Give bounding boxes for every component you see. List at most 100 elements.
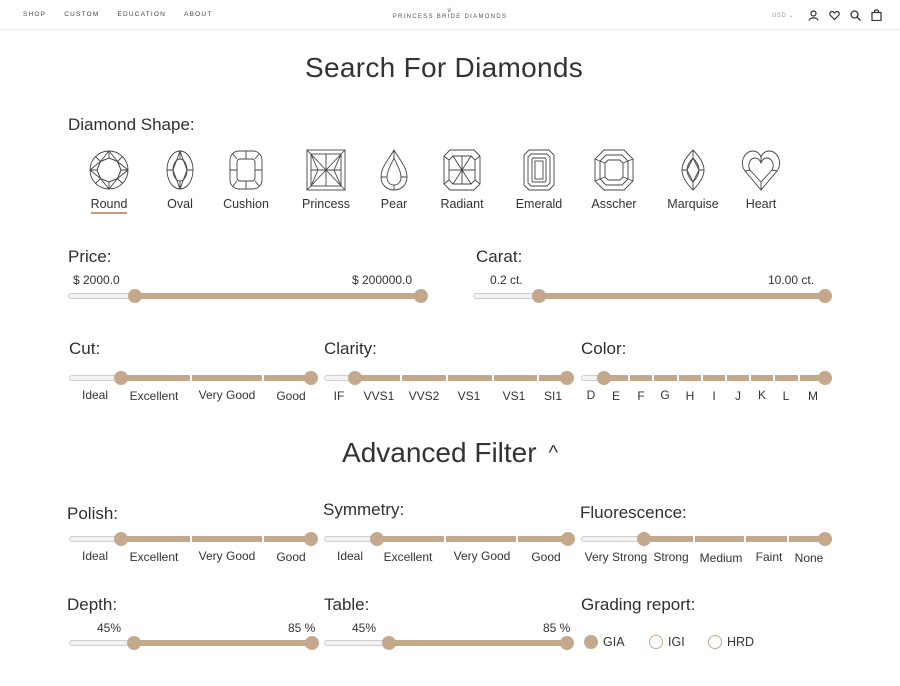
fluorescence-slider-range <box>644 536 825 542</box>
clarity-tick: IF <box>333 389 345 403</box>
depth-slider-range <box>134 640 312 646</box>
color-max-handle[interactable] <box>818 371 832 385</box>
cut-max-handle[interactable] <box>304 371 318 385</box>
symmetry-tick: Good <box>531 550 561 564</box>
color-tick: J <box>735 389 741 403</box>
heart-icon[interactable] <box>829 10 840 21</box>
radio-unchecked-icon <box>649 635 663 649</box>
brand-logo[interactable]: ♛ PRINCESS BRIDE DIAMONDS <box>0 8 900 20</box>
shape-princess[interactable]: Princess <box>296 149 356 211</box>
price-min-value: $ 2000.0 <box>73 273 120 287</box>
fluorescence-label: Fluorescence: <box>580 503 687 522</box>
price-max-value: $ 200000.0 <box>352 273 413 287</box>
cut-tick: Very Good <box>198 388 256 402</box>
carat-max-handle[interactable] <box>818 289 832 303</box>
shape-pear[interactable]: Pear <box>364 149 424 211</box>
price-min-handle[interactable] <box>128 289 142 303</box>
account-icon[interactable] <box>808 9 819 21</box>
shape-label-heart: Heart <box>745 197 777 211</box>
fluorescence-tick: Faint <box>755 550 783 564</box>
shape-marquise[interactable]: Marquise <box>663 149 723 211</box>
shape-label-oval: Oval <box>167 197 193 211</box>
fluorescence-max-handle[interactable] <box>818 532 832 546</box>
advanced-filter-toggle[interactable]: Advanced Filter ^ <box>0 437 900 469</box>
shape-round[interactable]: Round <box>79 149 139 214</box>
clarity-slider-range <box>354 375 567 381</box>
polish-min-handle[interactable] <box>114 532 128 546</box>
color-tick: D <box>586 388 596 402</box>
chevron-up-icon: ^ <box>548 442 558 464</box>
grading-option-label: IGI <box>668 635 685 649</box>
fluorescence-min-handle[interactable] <box>637 532 651 546</box>
price-max-handle[interactable] <box>414 289 428 303</box>
polish-tick: Ideal <box>81 549 109 563</box>
advanced-filter-label: Advanced Filter <box>342 437 537 468</box>
depth-label: Depth: <box>67 595 118 614</box>
bag-icon[interactable] <box>871 9 882 21</box>
table-min-handle[interactable] <box>382 636 396 650</box>
shape-asscher[interactable]: Asscher <box>584 149 644 211</box>
heart-diamond-icon <box>742 150 780 191</box>
polish-tick: Very Good <box>198 549 256 563</box>
shape-heart[interactable]: Heart <box>731 149 791 211</box>
carat-min-handle[interactable] <box>532 289 546 303</box>
grading-option-hrd[interactable]: HRD <box>708 635 754 649</box>
pear-diamond-icon <box>380 149 408 191</box>
shape-emerald[interactable]: Emerald <box>509 149 569 211</box>
shape-label-round: Round <box>90 197 128 214</box>
color-tick: H <box>685 389 695 403</box>
shape-radiant[interactable]: Radiant <box>432 149 492 211</box>
symmetry-tick: Ideal <box>336 549 364 563</box>
cut-min-handle[interactable] <box>114 371 128 385</box>
symmetry-max-handle[interactable] <box>561 532 575 546</box>
clarity-tick: SI1 <box>543 389 563 403</box>
color-tick: F <box>637 389 645 403</box>
radio-checked-icon <box>584 635 598 649</box>
cushion-diamond-icon <box>229 150 263 190</box>
carat-min-value: 0.2 ct. <box>490 273 523 287</box>
shape-label-cushion: Cushion <box>223 197 269 211</box>
search-icon[interactable] <box>850 9 861 21</box>
grading-option-gia[interactable]: GIA <box>584 635 625 649</box>
shape-label-radiant: Radiant <box>440 197 484 211</box>
symmetry-min-handle[interactable] <box>370 532 384 546</box>
page-title: Search For Diamonds <box>304 52 584 83</box>
color-tick: G <box>660 388 670 402</box>
shape-cushion[interactable]: Cushion <box>216 149 276 211</box>
fluorescence-tick: Strong <box>653 550 689 564</box>
table-max-value: 85 % <box>543 621 571 635</box>
cut-tick: Excellent <box>129 389 179 403</box>
color-min-handle[interactable] <box>597 371 611 385</box>
price-label: Price: <box>68 247 112 266</box>
grading-option-label: HRD <box>727 635 755 649</box>
depth-max-handle[interactable] <box>305 636 319 650</box>
price-slider-range <box>134 293 421 299</box>
table-max-handle[interactable] <box>560 636 574 650</box>
symmetry-slider-range <box>377 536 568 542</box>
marquise-diamond-icon <box>681 149 705 191</box>
princess-diamond-icon <box>306 149 346 191</box>
top-bar: SHOP CUSTOM EDUCATION ABOUT ♛ PRINCESS B… <box>0 0 900 30</box>
shape-oval[interactable]: Oval <box>150 149 210 211</box>
depth-min-handle[interactable] <box>127 636 141 650</box>
shape-label-princess: Princess <box>302 197 350 211</box>
utility-nav: USD ⌄ <box>772 9 882 21</box>
clarity-min-handle[interactable] <box>348 371 362 385</box>
currency-selector[interactable]: USD ⌄ <box>772 12 794 19</box>
clarity-tick: VS1 <box>457 389 481 403</box>
polish-max-handle[interactable] <box>304 532 318 546</box>
color-tick: L <box>782 389 790 403</box>
grading-option-igi[interactable]: IGI <box>649 635 685 649</box>
table-slider-range <box>389 640 567 646</box>
carat-label: Carat: <box>476 247 523 266</box>
color-slider-range <box>604 375 825 381</box>
round-diamond-icon <box>89 150 129 190</box>
shape-label-emerald: Emerald <box>515 197 563 211</box>
shape-label-marquise: Marquise <box>667 197 719 211</box>
clarity-tick: VS1 <box>502 389 526 403</box>
color-tick: I <box>712 389 716 403</box>
clarity-max-handle[interactable] <box>560 371 574 385</box>
polish-tick: Good <box>276 550 306 564</box>
shape-label-asscher: Asscher <box>591 197 637 211</box>
cut-label: Cut: <box>69 339 101 358</box>
